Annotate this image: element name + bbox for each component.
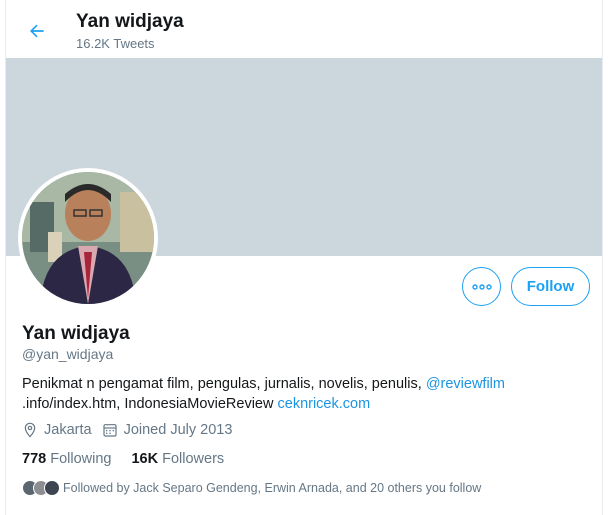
location: Jakarta [22, 422, 92, 438]
followed-by-text: Followed by Jack Separo Gendeng, Erwin A… [63, 481, 482, 495]
more-options-button[interactable] [462, 267, 501, 306]
profile-page: Yan widjaya 16.2K Tweets Follow Yan widj… [5, 0, 603, 515]
avatar[interactable] [18, 168, 158, 308]
following-link[interactable]: 778 Following [22, 451, 111, 467]
profile-stats: 778 Following 16K Followers [22, 451, 244, 467]
follow-button[interactable]: Follow [511, 267, 590, 306]
profile-bio: Penikmat n pengamat film, pengulas, jurn… [22, 374, 582, 414]
bio-mention-link[interactable]: @reviewfilm [426, 376, 505, 392]
back-button[interactable] [20, 14, 54, 48]
back-arrow-icon [30, 24, 44, 38]
header-title: Yan widjaya [76, 11, 184, 32]
bio-url-link[interactable]: ceknricek.com [278, 396, 371, 412]
calendar-icon [102, 424, 117, 437]
profile-name: Yan widjaya [22, 323, 130, 344]
followers-count: 16K [131, 451, 159, 467]
more-icon [471, 283, 492, 290]
bio-text: Penikmat n pengamat film, pengulas, jurn… [22, 376, 426, 392]
tweet-count: 16.2K Tweets [76, 36, 155, 51]
bio-text: .info/index.htm, IndonesiaMovieReview [22, 396, 278, 412]
follower-avatars [22, 480, 60, 496]
location-pin-icon [24, 422, 36, 438]
followed-by[interactable]: Followed by Jack Separo Gendeng, Erwin A… [22, 480, 481, 496]
followers-label: Followers [162, 451, 225, 467]
join-date: Joined July 2013 [102, 422, 233, 438]
avatar-photo [22, 172, 154, 304]
profile-header: Yan widjaya 16.2K Tweets [6, 0, 602, 58]
profile-meta: Jakarta Joined July 2013 [22, 422, 242, 438]
profile-handle: @yan_widjaya [22, 346, 114, 362]
follower-avatar [44, 480, 60, 496]
join-date-text: Joined July 2013 [123, 422, 233, 438]
following-count: 778 [22, 451, 47, 467]
following-label: Following [50, 451, 112, 467]
followers-link[interactable]: 16K Followers [131, 451, 224, 467]
location-text: Jakarta [44, 422, 92, 438]
